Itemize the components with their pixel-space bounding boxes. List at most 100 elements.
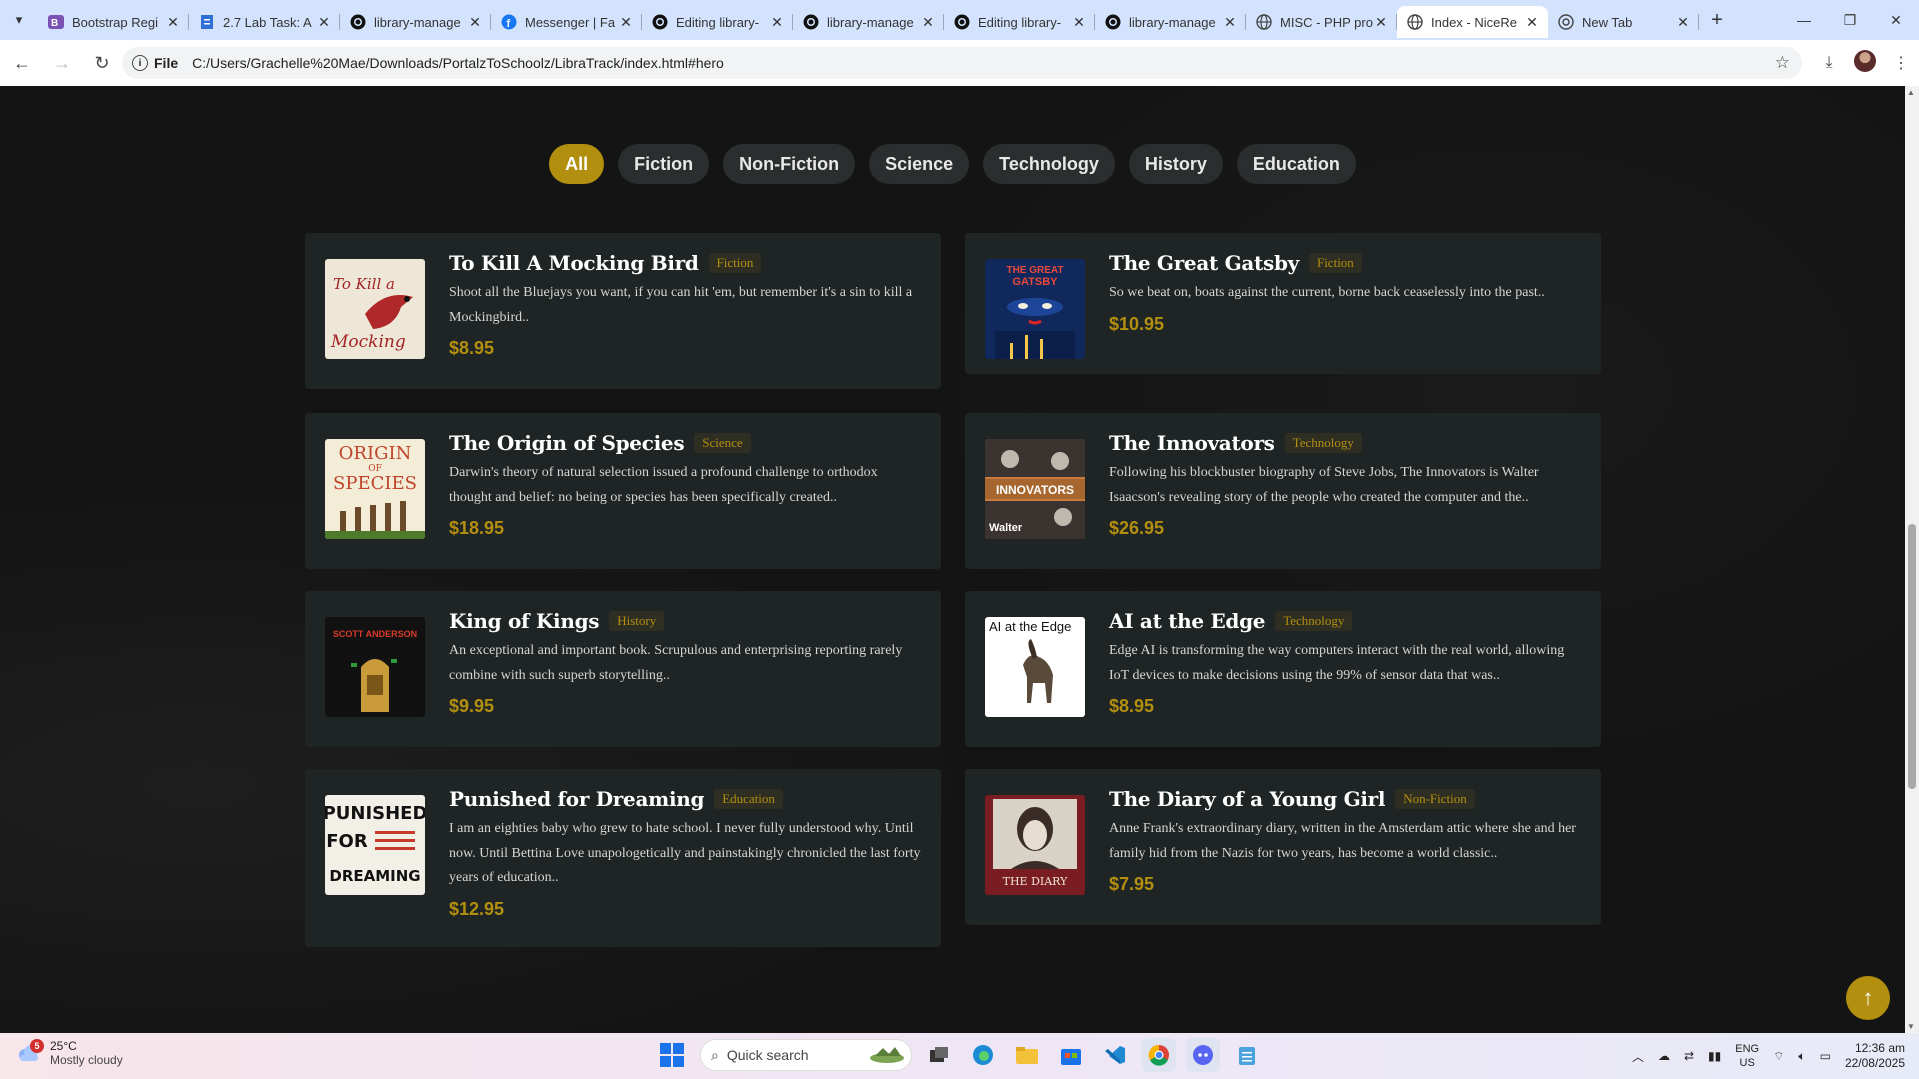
close-tab-icon[interactable]: ✕ <box>618 14 634 31</box>
vscode-icon[interactable] <box>1098 1038 1132 1072</box>
browser-tab[interactable]: library-manage ✕ <box>793 6 944 38</box>
close-tab-icon[interactable]: ✕ <box>1373 14 1389 31</box>
browser-tab[interactable]: B Bootstrap Regi ✕ <box>38 6 189 38</box>
github-icon <box>954 14 970 30</box>
book-card[interactable]: SCOTT ANDERSON King of Kings History An ex… <box>305 591 941 747</box>
transfer-icon[interactable]: ⇄ <box>1684 1049 1694 1063</box>
github-icon <box>350 14 366 30</box>
store-icon[interactable] <box>1054 1038 1088 1072</box>
system-clock[interactable]: 12:36 am 22/08/2025 <box>1845 1041 1905 1071</box>
book-title[interactable]: To Kill A Mocking Bird <box>449 251 699 275</box>
notepad-icon[interactable] <box>1230 1038 1264 1072</box>
close-tab-icon[interactable]: ✕ <box>316 14 332 31</box>
edge-icon[interactable] <box>966 1038 1000 1072</box>
close-tab-icon[interactable]: ✕ <box>920 14 936 31</box>
task-view-icon[interactable] <box>922 1038 956 1072</box>
book-cover-image[interactable]: SCOTT ANDERSON <box>325 617 425 717</box>
reload-icon[interactable]: ↻ <box>84 45 120 81</box>
battery-icon[interactable]: ▭ <box>1820 1049 1831 1063</box>
scrollbar-thumb[interactable] <box>1908 524 1916 789</box>
book-card[interactable]: INNOVATORS Walter The Innovators Technolog… <box>965 413 1601 569</box>
forward-icon[interactable]: → <box>44 45 80 81</box>
book-card[interactable]: ORIGIN OF SPECIES The Origin of Species S… <box>305 413 941 569</box>
scroll-up-arrow-icon[interactable]: ▲ <box>1907 88 1915 97</box>
book-card[interactable]: PUNISHED FOR DREAMING Punished for Dream… <box>305 769 941 947</box>
browser-tab[interactable]: Index - NiceRe ✕ <box>1397 6 1548 38</box>
filter-non-fiction[interactable]: Non-Fiction <box>723 144 856 184</box>
filter-science[interactable]: Science <box>869 144 970 184</box>
filter-education[interactable]: Education <box>1236 144 1356 184</box>
browser-tab[interactable]: f Messenger | Fa ✕ <box>491 6 642 38</box>
weather-widget[interactable]: 5 25°C Mostly cloudy <box>16 1039 123 1067</box>
filter-technology[interactable]: Technology <box>983 144 1115 184</box>
browser-menu-icon[interactable]: ⋮ <box>1883 53 1919 73</box>
book-cover-image[interactable]: THE DIARY <box>985 795 1085 895</box>
book-card[interactable]: AI at the Edge AI at the Edge Technology E… <box>965 591 1601 747</box>
book-title[interactable]: The Diary of a Young Girl <box>1109 787 1385 811</box>
cloud-sync-icon[interactable]: ☁ <box>1658 1049 1670 1063</box>
browser-tab[interactable]: 2.7 Lab Task: A ✕ <box>189 6 340 38</box>
close-tab-icon[interactable]: ✕ <box>1222 14 1238 31</box>
close-window-icon[interactable]: ✕ <box>1873 0 1919 40</box>
restore-icon[interactable]: ❐ <box>1827 0 1873 40</box>
tab-title: library-manage <box>374 14 461 30</box>
book-title[interactable]: Punished for Dreaming <box>449 787 704 811</box>
book-title[interactable]: The Origin of Species <box>449 431 685 455</box>
book-title[interactable]: The Great Gatsby <box>1109 251 1299 275</box>
close-tab-icon[interactable]: ✕ <box>165 14 181 31</box>
category-filter-bar: All Fiction Non-Fiction Science Technology Hi… <box>0 144 1905 184</box>
book-card[interactable]: To Kill a Mocking To Kill A Mocking Bird F… <box>305 233 941 389</box>
windows-start-icon[interactable] <box>660 1043 684 1067</box>
book-title[interactable]: The Innovators <box>1109 431 1275 455</box>
profile-avatar[interactable] <box>1847 49 1883 77</box>
wifi-icon[interactable]: ⌔ <box>1773 1049 1784 1064</box>
close-tab-icon[interactable]: ✕ <box>467 14 483 31</box>
browser-tab[interactable]: Editing library- ✕ <box>642 6 793 38</box>
chevron-up-icon[interactable]: ︿ <box>1632 1048 1644 1065</box>
address-url[interactable]: C:/Users/Grachelle%20Mae/Downloads/Porta… <box>192 55 724 71</box>
new-tab-button[interactable]: + <box>1699 9 1735 32</box>
browser-tab[interactable]: library-manage ✕ <box>1095 6 1246 38</box>
chrome-icon[interactable] <box>1142 1038 1176 1072</box>
browser-tab[interactable]: MISC - PHP pro ✕ <box>1246 6 1397 38</box>
download-icon[interactable]: ⤓ <box>1811 54 1847 72</box>
bookmark-star-icon[interactable]: ☆ <box>1775 53 1790 73</box>
book-cover-image[interactable]: AI at the Edge <box>985 617 1085 717</box>
book-card[interactable]: THE GREAT GATSBY The Great Gatsby Fiction… <box>965 233 1601 374</box>
taskbar-search-input[interactable]: ⌕ Quick search <box>700 1039 912 1071</box>
scroll-down-arrow-icon[interactable]: ▼ <box>1907 1022 1915 1031</box>
close-tab-icon[interactable]: ✕ <box>1071 14 1087 31</box>
svg-text:THE GREAT: THE GREAT <box>1006 265 1063 276</box>
book-cover-image[interactable]: INNOVATORS Walter <box>985 439 1085 539</box>
monitor-icon[interactable]: ▮▮ <box>1708 1049 1721 1063</box>
book-title[interactable]: AI at the Edge <box>1109 609 1266 633</box>
language-indicator[interactable]: ENG US <box>1735 1042 1759 1070</box>
category-badge: Fiction <box>708 253 762 273</box>
close-tab-icon[interactable]: ✕ <box>1524 14 1540 31</box>
filter-all[interactable]: All <box>549 144 605 184</box>
book-cover-image[interactable]: PUNISHED FOR DREAMING <box>325 795 425 895</box>
book-cover-image[interactable]: ORIGIN OF SPECIES <box>325 439 425 539</box>
minimize-icon[interactable]: — <box>1781 0 1827 40</box>
filter-history[interactable]: History <box>1128 144 1223 184</box>
volume-icon[interactable]: 🔈︎ <box>1798 1049 1805 1064</box>
book-cover-image[interactable]: To Kill a Mocking <box>325 259 425 359</box>
book-card[interactable]: THE DIARY The Diary of a Young Girl Non-Fi… <box>965 769 1601 925</box>
back-icon[interactable]: ← <box>4 45 40 81</box>
close-tab-icon[interactable]: ✕ <box>769 14 785 31</box>
site-info-icon[interactable]: i <box>132 55 148 71</box>
close-tab-icon[interactable]: ✕ <box>1675 14 1691 31</box>
filter-fiction[interactable]: Fiction <box>618 144 710 184</box>
browser-tab[interactable]: New Tab ✕ <box>1548 6 1699 38</box>
browser-tab[interactable]: library-manage ✕ <box>340 6 491 38</box>
scroll-to-top-button[interactable]: ↑ <box>1846 976 1890 1020</box>
browser-tab[interactable]: Editing library- ✕ <box>944 6 1095 38</box>
page-scrollbar[interactable]: ▲ ▼ <box>1905 86 1919 1033</box>
book-cover-image[interactable]: THE GREAT GATSBY <box>985 259 1085 359</box>
svg-text:Walter: Walter <box>989 522 1023 534</box>
address-bar[interactable]: i File C:/Users/Grachelle%20Mae/Download… <box>122 47 1802 79</box>
tab-search-icon[interactable]: ▾ <box>0 0 38 40</box>
file-explorer-icon[interactable] <box>1010 1038 1044 1072</box>
discord-icon[interactable] <box>1186 1038 1220 1072</box>
book-title[interactable]: King of Kings <box>449 609 600 633</box>
